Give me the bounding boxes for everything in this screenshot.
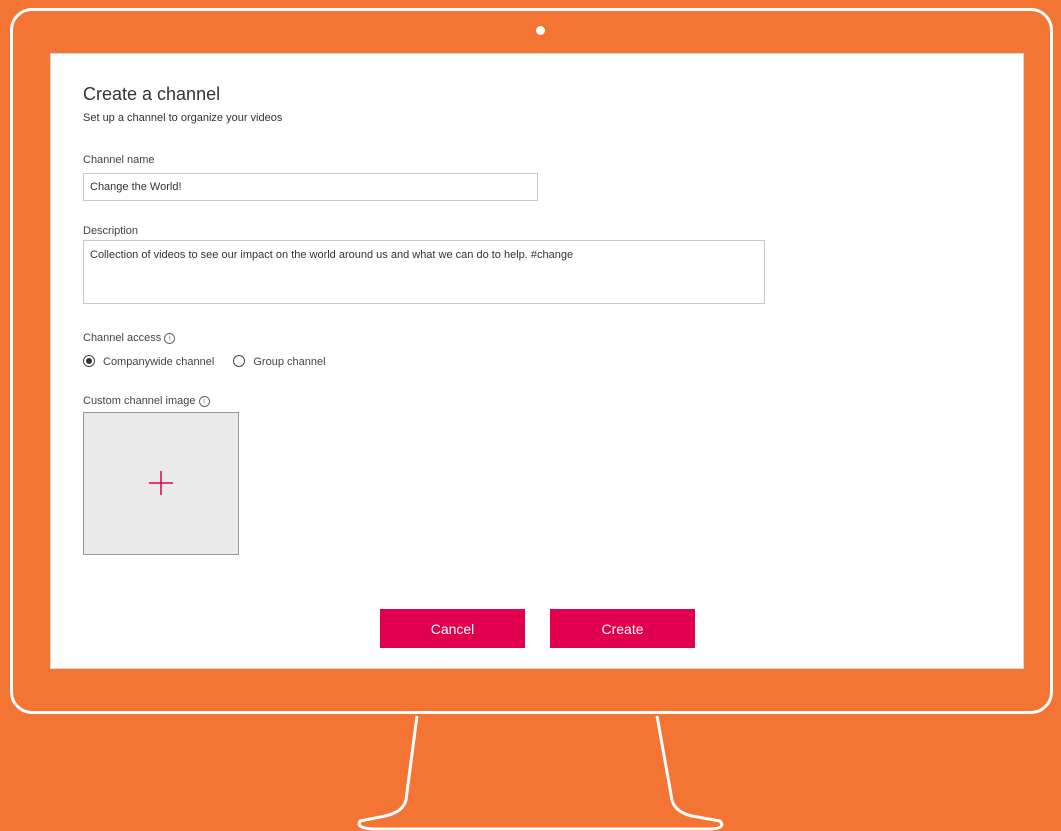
cancel-button[interactable]: Cancel <box>380 609 525 648</box>
channel-name-label: Channel name <box>83 154 155 166</box>
description-label: Description <box>83 225 139 237</box>
channel-access-label-row: Channel access i <box>83 332 176 344</box>
dialog-subtitle: Set up a channel to organize your videos <box>83 112 283 124</box>
dialog-screen: Create a channel Set up a channel to org… <box>50 53 1024 669</box>
info-icon[interactable]: i <box>198 396 210 407</box>
dialog-content: Create a channel Set up a channel to org… <box>83 84 282 124</box>
radio-group-label: Group channel <box>253 356 326 368</box>
custom-image-label: Custom channel image <box>83 395 196 407</box>
radio-button-checked[interactable] <box>83 355 95 367</box>
custom-image-upload[interactable] <box>83 412 239 555</box>
channel-access-options: Companywide channel Group channel <box>83 355 326 368</box>
radio-companywide-option[interactable]: Companywide channel <box>83 355 217 368</box>
description-textarea[interactable]: Collection of videos to see our impact o… <box>83 240 765 304</box>
info-icon[interactable]: i <box>164 333 176 344</box>
dialog-title: Create a channel <box>83 84 221 104</box>
channel-access-label: Channel access <box>83 332 162 344</box>
create-button[interactable]: Create <box>550 609 695 648</box>
radio-button-unchecked[interactable] <box>233 355 246 367</box>
radio-companywide-label: Companywide channel <box>103 356 215 368</box>
radio-group-option[interactable]: Group channel <box>233 355 326 368</box>
custom-image-label-row: Custom channel image i <box>83 395 210 407</box>
plus-icon <box>149 471 173 495</box>
channel-name-input[interactable] <box>83 173 538 201</box>
